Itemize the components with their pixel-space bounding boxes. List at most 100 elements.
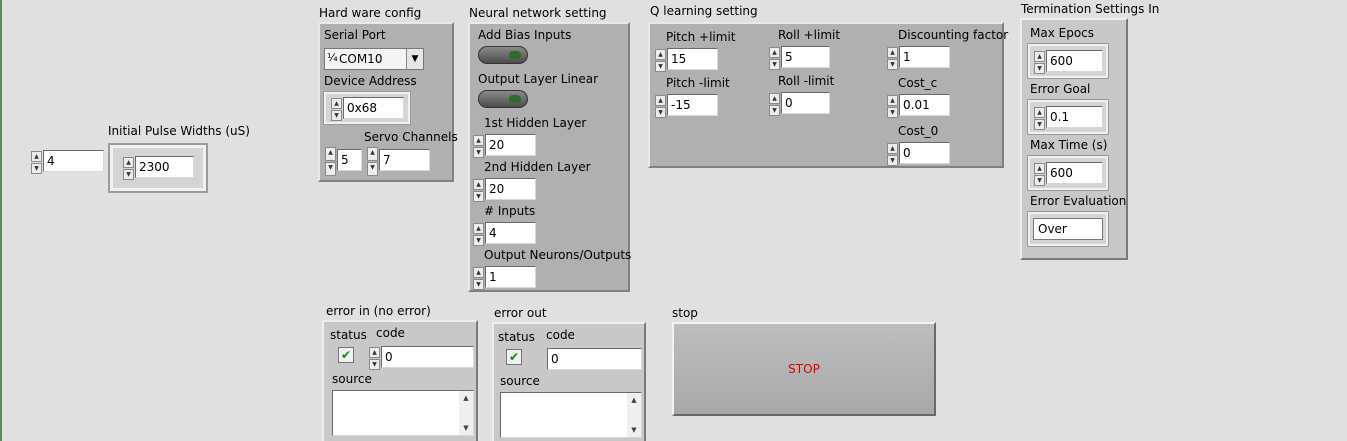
cost-c-value[interactable]: 0.01	[899, 94, 950, 116]
max-time-value[interactable]: 600	[1046, 162, 1103, 184]
down-arrow-icon[interactable]: ▼	[331, 110, 342, 121]
device-address-control[interactable]: ▲ ▼ 0x68	[330, 97, 404, 121]
spin-buttons[interactable]: ▲ ▼	[1033, 50, 1045, 74]
down-arrow-icon[interactable]: ▼	[1034, 175, 1045, 186]
up-arrow-icon[interactable]: ▲	[1034, 51, 1045, 62]
servo-first-value[interactable]: 5	[337, 149, 362, 171]
servo-second-value[interactable]: 7	[379, 149, 430, 171]
spin-buttons[interactable]: ▲ ▼	[886, 94, 898, 118]
error-goal-value[interactable]: 0.1	[1046, 106, 1103, 128]
down-arrow-icon[interactable]: ▼	[655, 61, 666, 72]
servo-second-control[interactable]: ▲ ▼ 7	[366, 146, 430, 176]
down-arrow-icon[interactable]: ▼	[769, 59, 780, 70]
pulse-width-control[interactable]: ▲ ▼ 2300	[122, 156, 194, 180]
spin-buttons[interactable]: ▲ ▼	[330, 97, 342, 121]
hidden2-control[interactable]: ▲ ▼ 20	[472, 178, 536, 202]
scroll-down-icon[interactable]: ▼	[627, 423, 641, 437]
down-arrow-icon[interactable]: ▼	[367, 162, 378, 176]
down-arrow-icon[interactable]: ▼	[325, 162, 336, 176]
up-arrow-icon[interactable]: ▲	[473, 179, 484, 190]
up-arrow-icon[interactable]: ▲	[887, 95, 898, 106]
left-numeric-control[interactable]: ▲ ▼ 4	[30, 150, 104, 174]
up-arrow-icon[interactable]: ▲	[1034, 163, 1045, 174]
spin-buttons[interactable]: ▲ ▼	[1033, 162, 1045, 186]
down-arrow-icon[interactable]: ▼	[655, 107, 666, 118]
down-arrow-icon[interactable]: ▼	[887, 155, 898, 166]
spin-buttons[interactable]: ▲ ▼	[472, 266, 484, 290]
down-arrow-icon[interactable]: ▼	[31, 163, 42, 174]
scrollbar[interactable]: ▲ ▼	[627, 393, 641, 437]
inputs-control[interactable]: ▲ ▼ 4	[472, 222, 536, 246]
up-arrow-icon[interactable]: ▲	[367, 147, 378, 161]
spin-buttons[interactable]: ▲ ▼	[886, 142, 898, 166]
roll-plus-control[interactable]: ▲ ▼ 5	[768, 46, 830, 70]
down-arrow-icon[interactable]: ▼	[369, 359, 380, 370]
spin-buttons[interactable]: ▲ ▼	[654, 94, 666, 118]
spin-buttons[interactable]: ▲ ▼	[122, 156, 134, 180]
roll-minus-control[interactable]: ▲ ▼ 0	[768, 92, 830, 116]
pitch-plus-control[interactable]: ▲ ▼ 15	[654, 48, 718, 72]
hidden1-control[interactable]: ▲ ▼ 20	[472, 134, 536, 158]
up-arrow-icon[interactable]: ▲	[331, 98, 342, 109]
spin-buttons[interactable]: ▲ ▼	[30, 150, 42, 174]
inputs-value[interactable]: 4	[485, 222, 536, 244]
spin-buttons[interactable]: ▲ ▼	[366, 146, 378, 176]
left-numeric-value[interactable]: 4	[43, 150, 104, 172]
scroll-up-icon[interactable]: ▲	[627, 393, 641, 407]
error-goal-control[interactable]: ▲ ▼ 0.1	[1033, 106, 1103, 130]
down-arrow-icon[interactable]: ▼	[123, 169, 134, 180]
error-in-status-check[interactable]: ✔	[338, 347, 354, 363]
servo-first-control[interactable]: ▲ ▼ 5	[324, 146, 362, 176]
down-arrow-icon[interactable]: ▼	[473, 191, 484, 202]
scroll-up-icon[interactable]: ▲	[459, 391, 473, 405]
scrollbar[interactable]: ▲ ▼	[459, 391, 473, 435]
roll-minus-value[interactable]: 0	[781, 92, 830, 114]
spin-buttons[interactable]: ▲ ▼	[768, 92, 780, 116]
spin-buttons[interactable]: ▲ ▼	[472, 134, 484, 158]
outputs-value[interactable]: 1	[485, 266, 536, 288]
spin-buttons[interactable]: ▲ ▼	[886, 46, 898, 70]
error-in-source-field[interactable]: ▲ ▼	[332, 390, 474, 436]
hidden2-value[interactable]: 20	[485, 178, 536, 200]
spin-buttons[interactable]: ▲ ▼	[768, 46, 780, 70]
max-epocs-control[interactable]: ▲ ▼ 600	[1033, 50, 1103, 74]
spin-buttons[interactable]: ▲ ▼	[1033, 106, 1045, 130]
max-epocs-value[interactable]: 600	[1046, 50, 1103, 72]
cost-0-control[interactable]: ▲ ▼ 0	[886, 142, 950, 166]
pulse-width-value[interactable]: 2300	[135, 156, 194, 178]
spin-buttons[interactable]: ▲ ▼	[472, 222, 484, 246]
up-arrow-icon[interactable]: ▲	[325, 147, 336, 161]
up-arrow-icon[interactable]: ▲	[473, 135, 484, 146]
scroll-down-icon[interactable]: ▼	[459, 421, 473, 435]
up-arrow-icon[interactable]: ▲	[473, 223, 484, 234]
up-arrow-icon[interactable]: ▲	[887, 143, 898, 154]
error-eval-select[interactable]: Over	[1033, 218, 1103, 240]
outputs-control[interactable]: ▲ ▼ 1	[472, 266, 536, 290]
cost-c-control[interactable]: ▲ ▼ 0.01	[886, 94, 950, 118]
down-arrow-icon[interactable]: ▼	[769, 105, 780, 116]
down-arrow-icon[interactable]: ▼	[473, 279, 484, 290]
up-arrow-icon[interactable]: ▲	[769, 93, 780, 104]
down-arrow-icon[interactable]: ▼	[887, 59, 898, 70]
up-arrow-icon[interactable]: ▲	[31, 151, 42, 162]
device-address-value[interactable]: 0x68	[343, 97, 404, 119]
pitch-minus-value[interactable]: -15	[667, 94, 718, 116]
chevron-down-icon[interactable]: ▼	[406, 49, 423, 69]
up-arrow-icon[interactable]: ▲	[655, 95, 666, 106]
pitch-minus-control[interactable]: ▲ ▼ -15	[654, 94, 718, 118]
roll-plus-value[interactable]: 5	[781, 46, 830, 68]
up-arrow-icon[interactable]: ▲	[887, 47, 898, 58]
up-arrow-icon[interactable]: ▲	[655, 49, 666, 60]
error-in-code-control[interactable]: ▲ ▼ 0	[368, 346, 474, 370]
up-arrow-icon[interactable]: ▲	[769, 47, 780, 58]
spin-buttons[interactable]: ▲ ▼	[368, 346, 380, 370]
discount-control[interactable]: ▲ ▼ 1	[886, 46, 950, 70]
spin-buttons[interactable]: ▲ ▼	[654, 48, 666, 72]
down-arrow-icon[interactable]: ▼	[473, 235, 484, 246]
error-in-code-value[interactable]: 0	[381, 346, 474, 368]
spin-buttons[interactable]: ▲ ▼	[324, 146, 336, 176]
serial-port-select[interactable]: ¼ COM10 ▼	[324, 48, 424, 70]
down-arrow-icon[interactable]: ▼	[1034, 119, 1045, 130]
spin-buttons[interactable]: ▲ ▼	[472, 178, 484, 202]
up-arrow-icon[interactable]: ▲	[473, 267, 484, 278]
